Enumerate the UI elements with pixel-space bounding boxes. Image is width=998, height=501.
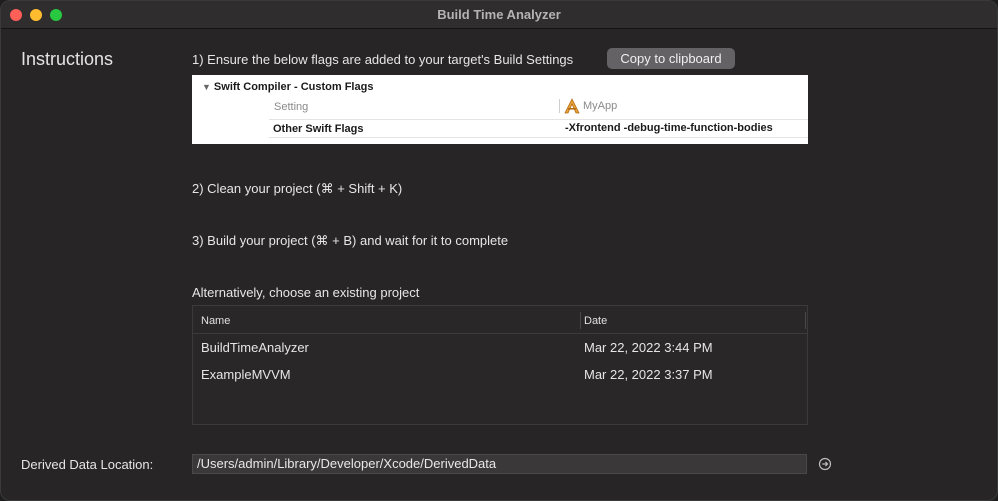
project-name: BuildTimeAnalyzer (201, 340, 309, 355)
title-bar[interactable]: Build Time Analyzer (1, 1, 997, 29)
build-time-analyzer-window: Build Time Analyzer Instructions 1) Ensu… (0, 0, 998, 501)
alternative-label: Alternatively, choose an existing projec… (192, 285, 420, 300)
column-divider (559, 99, 560, 113)
other-swift-flags-value: -Xfrontend -debug-time-function-bodies (565, 122, 773, 134)
step-2-text: 2) Clean your project (⌘ + Shift + K) (192, 181, 403, 196)
app-column-header: MyApp (564, 98, 617, 114)
other-swift-flags-label: Other Swift Flags (273, 123, 364, 135)
section-title: Swift Compiler - Custom Flags (213, 81, 374, 93)
build-settings-section: ▼ Swift Compiler - Custom Flags (202, 81, 373, 93)
projects-table[interactable]: Name Date BuildTimeAnalyzer Mar 22, 2022… (192, 305, 808, 425)
row-divider (269, 119, 808, 120)
build-settings-preview: ▼ Swift Compiler - Custom Flags Setting M… (192, 75, 808, 144)
project-date: Mar 22, 2022 3:44 PM (584, 340, 713, 355)
row-divider (269, 137, 808, 138)
table-row[interactable]: BuildTimeAnalyzer Mar 22, 2022 3:44 PM (193, 337, 807, 364)
app-name: MyApp (583, 99, 618, 112)
project-name: ExampleMVVM (201, 367, 291, 382)
disclosure-triangle-icon: ▼ (202, 82, 211, 92)
window-title: Build Time Analyzer (437, 7, 561, 22)
xcode-app-icon (564, 98, 580, 114)
column-divider (805, 312, 806, 329)
setting-column-header: Setting (274, 101, 309, 113)
derived-data-path-field[interactable]: /Users/admin/Library/Developer/Xcode/Der… (192, 454, 807, 474)
project-date: Mar 22, 2022 3:37 PM (584, 367, 713, 382)
copy-to-clipboard-button[interactable]: Copy to clipboard (607, 48, 735, 69)
step-1-text: 1) Ensure the below flags are added to y… (192, 52, 574, 67)
table-header: Name Date (193, 306, 807, 334)
instructions-heading: Instructions (21, 49, 114, 69)
table-row[interactable]: ExampleMVVM Mar 22, 2022 3:37 PM (193, 364, 807, 391)
column-header-date[interactable]: Date (584, 315, 607, 327)
column-header-name[interactable]: Name (201, 315, 230, 327)
derived-data-label: Derived Data Location: (21, 457, 154, 472)
column-divider (580, 312, 581, 329)
step-3-text: 3) Build your project (⌘ + B) and wait f… (192, 233, 509, 248)
arrow-circle-right-icon[interactable] (818, 457, 832, 471)
